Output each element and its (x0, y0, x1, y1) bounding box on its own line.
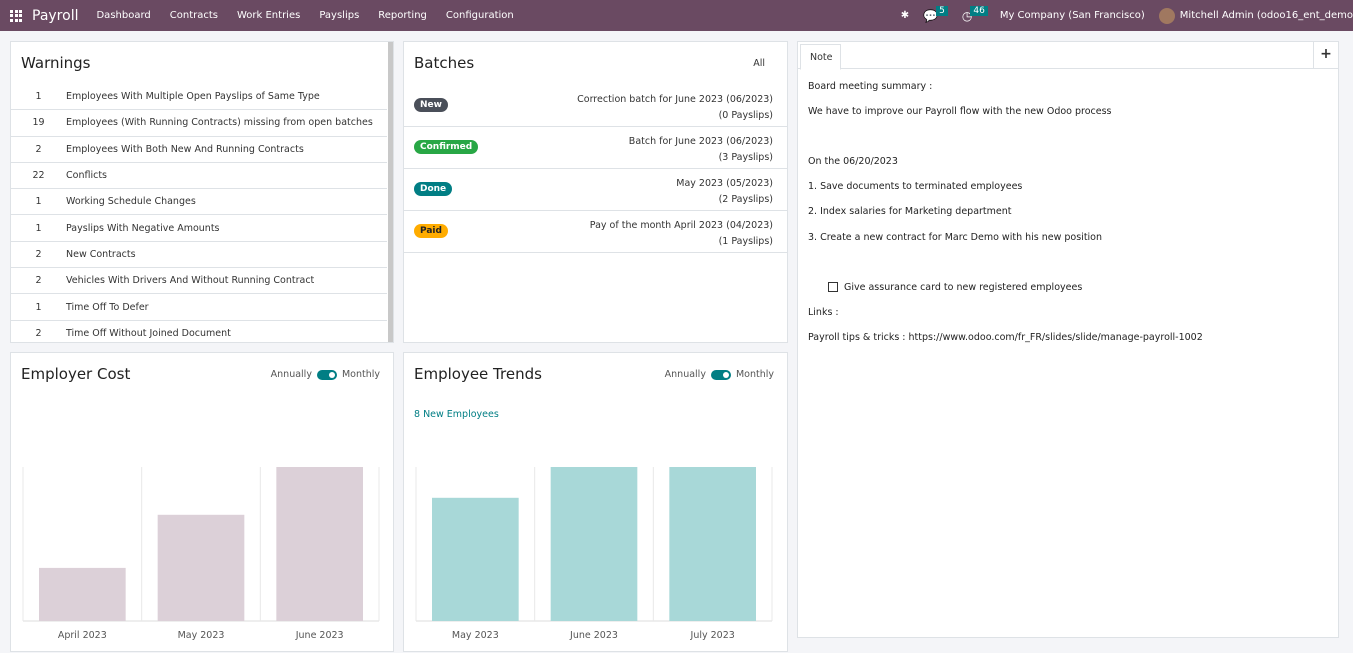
warning-count: 2 (35, 327, 42, 339)
warning-label: Employees With Multiple Open Payslips of… (66, 91, 320, 103)
batches-panel: Batches All New Correction batch for June… (403, 41, 788, 343)
batch-row[interactable]: New Correction batch for June 2023 (06/20… (404, 85, 787, 127)
note-line: We have to improve our Payroll flow with… (808, 106, 1112, 117)
menu-work-entries[interactable]: Work Entries (237, 10, 300, 21)
warning-label: Time Off Without Joined Document (66, 327, 231, 339)
messages-badge: 5 (936, 5, 948, 16)
x-tick-label: May 2023 (452, 630, 499, 641)
warning-label: Employees With Both New And Running Cont… (66, 143, 304, 155)
warnings-title: Warnings (21, 54, 91, 72)
warning-label: Vehicles With Drivers And Without Runnin… (66, 275, 315, 287)
menu-contracts[interactable]: Contracts (170, 10, 218, 21)
warning-label: Conflicts (66, 170, 107, 182)
bar[interactable] (550, 467, 638, 621)
tab-note[interactable]: Note (800, 44, 841, 70)
x-tick-label: July 2023 (690, 630, 735, 641)
batch-row[interactable]: Paid Pay of the month April 2023 (04/2023… (404, 211, 787, 253)
batch-payslip-count: (3 Payslips) (718, 152, 773, 163)
assurance-checkbox[interactable] (828, 282, 838, 292)
warning-row[interactable]: 2 Vehicles With Drivers And Without Runni… (11, 268, 387, 295)
payroll-tips-link[interactable]: Payroll tips & tricks : https://www.odoo… (808, 332, 1203, 343)
links-label: Links : (808, 307, 839, 318)
avatar[interactable] (1158, 7, 1175, 24)
batch-row[interactable]: Confirmed Batch for June 2023 (06/2023) (3… (404, 127, 787, 169)
company-switcher[interactable]: My Company (San Francisco) (1000, 10, 1145, 21)
warning-count: 2 (35, 275, 42, 287)
warning-row[interactable]: 19 Employees (With Running Contracts) mis… (11, 110, 387, 137)
warning-label: Working Schedule Changes (66, 196, 196, 208)
warning-label: Payslips With Negative Amounts (66, 222, 220, 234)
add-note-button[interactable]: + (1313, 42, 1338, 69)
batch-payslip-count: (1 Payslips) (718, 236, 773, 247)
note-line: 2. Index salaries for Marketing departme… (808, 206, 1012, 217)
warning-label: New Contracts (66, 248, 136, 260)
warning-count: 22 (32, 170, 45, 182)
employer-cost-chart: April 2023 May 2023 June 2023 (22, 467, 380, 641)
user-menu[interactable]: Mitchell Admin (odoo16_ent_demo (1180, 10, 1353, 21)
warning-count: 1 (35, 222, 42, 234)
warnings-panel: Warnings 1 Employees With Multiple Open P… (10, 41, 394, 343)
bug-icon[interactable]: ✱ (901, 10, 909, 21)
warning-row[interactable]: 2 New Contracts (11, 242, 387, 269)
warning-count: 2 (35, 248, 42, 260)
batch-payslip-count: (2 Payslips) (718, 194, 773, 205)
bar[interactable] (669, 467, 756, 621)
apps-menu-icon[interactable] (10, 9, 22, 22)
x-tick-label: June 2023 (295, 630, 344, 641)
batch-name: Correction batch for June 2023 (06/2023) (577, 94, 773, 105)
checkbox-label: Give assurance card to new registered em… (844, 282, 1083, 293)
batch-name: Batch for June 2023 (06/2023) (628, 136, 773, 147)
menu-configuration[interactable]: Configuration (446, 10, 514, 21)
batches-list: New Correction batch for June 2023 (06/20… (404, 85, 787, 253)
menu-reporting[interactable]: Reporting (378, 10, 427, 21)
warning-label: Time Off To Defer (66, 301, 149, 313)
warning-row[interactable]: 2 Time Off Without Joined Document (11, 321, 387, 342)
menu-dashboard[interactable]: Dashboard (96, 10, 150, 21)
warning-count: 1 (35, 91, 42, 103)
batch-name: Pay of the month April 2023 (04/2023) (589, 220, 773, 231)
batch-status-badge: Paid (414, 224, 448, 238)
bar[interactable] (157, 514, 245, 621)
batches-title: Batches (414, 54, 475, 72)
warning-count: 19 (32, 117, 45, 129)
tab-note-label: Note (810, 52, 833, 63)
batch-payslip-count: (0 Payslips) (718, 110, 773, 121)
batch-name: May 2023 (05/2023) (676, 178, 773, 189)
note-panel: Note + Board meeting summary : We have t… (797, 41, 1339, 638)
top-navbar: Payroll Dashboard Contracts Work Entries… (0, 0, 1353, 31)
bar[interactable] (39, 567, 126, 621)
note-line: 3. Create a new contract for Marc Demo w… (808, 232, 1103, 243)
note-line: Board meeting summary : (808, 81, 933, 92)
warning-row[interactable]: 22 Conflicts (11, 163, 387, 190)
note-line: 1. Save documents to terminated employee… (808, 181, 1023, 192)
warning-row[interactable]: 2 Employees With Both New And Running Con… (11, 137, 387, 163)
employee-trends-panel: Employee Trends Annually Monthly 8 New Em… (403, 352, 788, 652)
batch-status-badge: New (414, 98, 448, 112)
scrollbar[interactable] (388, 42, 393, 342)
x-tick-label: May 2023 (178, 630, 225, 641)
bar[interactable] (276, 467, 363, 621)
batch-status-badge: Confirmed (414, 140, 479, 154)
x-tick-label: April 2023 (58, 630, 107, 641)
warning-count: 2 (35, 143, 42, 155)
all-batches-link[interactable]: All (753, 58, 765, 69)
batch-status-badge: Done (414, 182, 453, 196)
warning-count: 1 (35, 196, 42, 208)
employer-cost-panel: Employer Cost Annually Monthly April 2023… (10, 352, 394, 652)
activities-badge: 46 (970, 5, 988, 16)
x-tick-label: June 2023 (569, 630, 618, 641)
warning-row[interactable]: 1 Payslips With Negative Amounts (11, 215, 387, 242)
batch-row[interactable]: Done May 2023 (05/2023) (2 Payslips) (404, 169, 787, 211)
warning-row[interactable]: 1 Working Schedule Changes (11, 189, 387, 216)
warning-label: Employees (With Running Contracts) missi… (66, 117, 373, 129)
bar[interactable] (432, 497, 519, 621)
employee-trends-chart: May 2023 June 2023 July 2023 (415, 467, 773, 641)
app-name[interactable]: Payroll (32, 8, 78, 24)
warnings-list: 1 Employees With Multiple Open Payslips o… (11, 84, 387, 342)
note-line: On the 06/20/2023 (808, 156, 898, 167)
warning-row[interactable]: 1 Employees With Multiple Open Payslips o… (11, 84, 387, 111)
menu-payslips[interactable]: Payslips (319, 10, 359, 21)
warning-count: 1 (35, 301, 42, 313)
warning-row[interactable]: 1 Time Off To Defer (11, 294, 387, 321)
